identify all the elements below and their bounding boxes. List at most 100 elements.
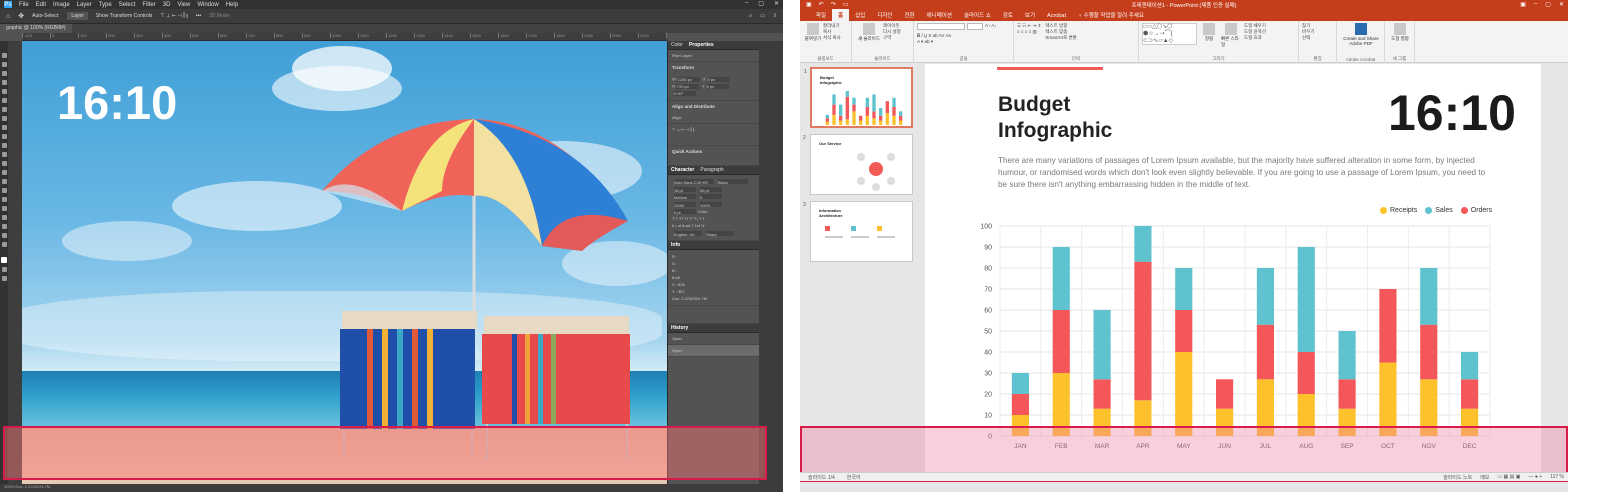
hand-tool-icon[interactable]	[1, 224, 7, 229]
font-style-field[interactable]: Black	[718, 179, 748, 185]
quick-select-tool-icon[interactable]	[1, 80, 7, 85]
language-field[interactable]: English: UK	[674, 230, 702, 237]
tell-me-search[interactable]: ♀ 수행할 작업을 알려 주세요	[1072, 9, 1150, 21]
minimize-icon[interactable]: –	[745, 0, 748, 7]
zoom-slider[interactable]: — ● +	[1528, 474, 1542, 481]
more-icon[interactable]: •••	[196, 13, 201, 19]
font-color-icons[interactable]: A ▾ ab ▾	[917, 39, 1010, 45]
new-slide-button[interactable]: 새 슬라이드	[855, 23, 883, 42]
eyedropper-tool-icon[interactable]	[1, 107, 7, 112]
tab-character[interactable]: Character	[671, 167, 694, 173]
type-style-icons[interactable]: T T TT Tt T¹ T₁ T T	[672, 216, 705, 221]
shape-effects-button[interactable]: 도형 효과	[1244, 35, 1266, 41]
tab-animations[interactable]: 애니메이션	[921, 9, 958, 21]
redo-icon[interactable]: ↷	[831, 1, 836, 8]
y-field[interactable]: 0 px	[706, 84, 729, 89]
menu-file[interactable]: File	[19, 2, 29, 8]
history-item[interactable]: Open	[668, 344, 759, 357]
history-brush-icon[interactable]	[1, 143, 7, 148]
transform-controls-checkbox[interactable]: Show Transform Controls	[96, 13, 152, 19]
slide-thumbnail-1[interactable]: 1 Budget Infographic	[804, 67, 913, 128]
move-tool-icon[interactable]: ✥	[18, 12, 24, 20]
opentype-icons[interactable]: fi ℴ st A ad T 1st ½	[672, 223, 704, 228]
align-icons[interactable]: ⊤ ⊥ ⊢ ⊣ ⫿ ⫾	[668, 124, 759, 146]
tab-review[interactable]: 검토	[997, 9, 1019, 21]
workspace-icon[interactable]: ▭	[760, 13, 765, 19]
menu-window[interactable]: Window	[197, 2, 218, 8]
font-size-field[interactable]: 18 pt	[674, 186, 696, 193]
brush-tool-icon[interactable]	[1, 125, 7, 130]
present-icon[interactable]: ▭	[843, 1, 849, 8]
create-pdf-button[interactable]: Create and Share Adobe PDF	[1340, 23, 1382, 46]
menu-type[interactable]: Type	[99, 2, 112, 8]
width-field[interactable]: 1280 px	[677, 77, 700, 82]
arrange-button[interactable]: 정렬	[1200, 23, 1218, 48]
x-field[interactable]: 0 px	[707, 77, 730, 82]
tab-view[interactable]: 보기	[1019, 9, 1041, 21]
slide-ratio-text[interactable]: 16:10	[1388, 84, 1516, 142]
tab-properties[interactable]: Properties	[689, 42, 714, 48]
tab-slideshow[interactable]: 슬라이드 쇼	[958, 9, 997, 21]
select-button[interactable]: 선택	[1302, 35, 1333, 41]
ribbon-options-icon[interactable]: ▣	[1520, 1, 1526, 8]
comments-button[interactable]: 메모	[1480, 474, 1489, 481]
history-snapshot[interactable]: Open	[668, 333, 759, 345]
menu-image[interactable]: Image	[53, 2, 70, 8]
leading-field[interactable]: 36 pt	[700, 186, 722, 193]
eraser-tool-icon[interactable]	[1, 152, 7, 157]
minimize-icon[interactable]: –	[1534, 1, 1537, 8]
search-icon[interactable]: ⌕	[749, 13, 752, 19]
frame-tool-icon[interactable]	[1, 98, 7, 103]
tracking-field[interactable]: 0	[700, 194, 722, 200]
slide-thumbnail-2[interactable]: 2 Our Service	[803, 134, 913, 195]
stamp-tool-icon[interactable]	[1, 134, 7, 139]
slide-thumbnail-3[interactable]: 3 Information Architecture	[803, 201, 913, 262]
menu-help[interactable]: Help	[226, 2, 238, 8]
slide-body-text[interactable]: There are many variations of passages of…	[998, 155, 1488, 191]
horizontal-scale-field[interactable]: 100%	[700, 201, 722, 208]
baseline-field[interactable]: 0 pt	[674, 209, 696, 215]
tab-info[interactable]: Info	[671, 242, 680, 248]
menu-3d[interactable]: 3D	[163, 2, 171, 8]
height-field[interactable]: 720 px	[676, 84, 699, 89]
crop-tool-icon[interactable]	[1, 89, 7, 94]
save-icon[interactable]: ▣	[806, 1, 812, 8]
format-painter-button[interactable]: 서식 복사	[823, 35, 841, 41]
move-tool-icon[interactable]	[1, 53, 7, 58]
slide-title[interactable]: Budget Infographic	[998, 92, 1112, 144]
type-tool-icon[interactable]	[1, 197, 7, 202]
maximize-icon[interactable]: ▢	[1545, 1, 1551, 8]
document-tab[interactable]: graphic @ 100% (RGB/8#)	[0, 24, 72, 33]
align-section[interactable]: Align and Distribute	[668, 101, 759, 112]
notes-button[interactable]: 슬라이드 노트	[1443, 474, 1472, 481]
view-buttons[interactable]: ▭ ▦ ▤ ▣	[1497, 474, 1520, 481]
merge-shapes-button[interactable]: 도형 병합	[1388, 23, 1412, 42]
menu-filter[interactable]: Filter	[142, 2, 155, 8]
image-canvas[interactable]: 16:10	[22, 41, 667, 484]
kerning-field[interactable]: Metrics	[674, 194, 696, 200]
antialias-field[interactable]: Sharp	[706, 230, 734, 237]
auto-select-checkbox[interactable]: Auto-Select:	[32, 13, 59, 19]
transform-section[interactable]: Transform	[668, 62, 759, 73]
menu-edit[interactable]: Edit	[36, 2, 46, 8]
quick-actions-section[interactable]: Quick Actions	[668, 146, 759, 157]
angle-field[interactable]: 0.00°	[674, 91, 696, 96]
section-button[interactable]: 구역	[883, 35, 901, 41]
tab-insert[interactable]: 삽입	[849, 9, 871, 21]
font-name-field[interactable]	[917, 23, 965, 30]
tab-file[interactable]: 파일	[810, 9, 832, 21]
marquee-tool-icon[interactable]	[1, 62, 7, 67]
language-indicator[interactable]: 한국어	[847, 474, 861, 481]
vertical-scale-field[interactable]: 100%	[674, 201, 696, 208]
gradient-tool-icon[interactable]	[1, 161, 7, 166]
layer-dropdown[interactable]: Layer	[67, 12, 88, 20]
healing-tool-icon[interactable]	[1, 116, 7, 121]
tab-design[interactable]: 디자인	[871, 9, 898, 21]
zoom-tool-icon[interactable]	[1, 233, 7, 238]
tab-paragraph[interactable]: Paragraph	[700, 167, 723, 173]
tab-color[interactable]: Color	[671, 42, 683, 48]
font-family-field[interactable]: Noto Sans CJK KR	[674, 179, 714, 185]
maximize-icon[interactable]: ▢	[758, 0, 764, 7]
zoom-level[interactable]: 117 %	[1550, 474, 1564, 481]
menu-layer[interactable]: Layer	[77, 2, 92, 8]
